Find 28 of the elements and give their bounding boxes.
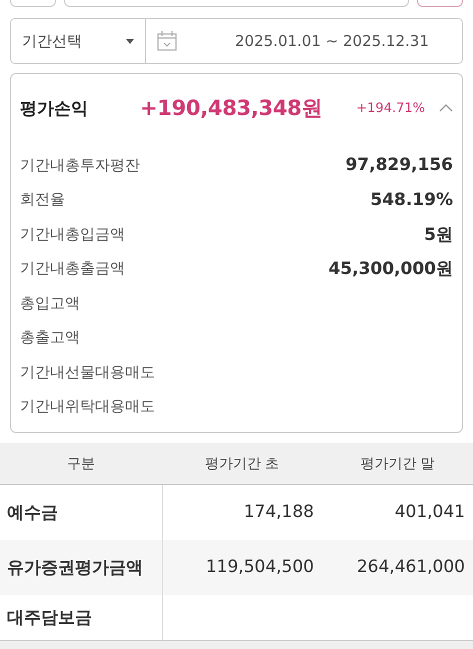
table-cell: 119,504,500 — [162, 540, 322, 594]
date-range[interactable]: 2025.01.01 ~ 2025.12.31 — [235, 32, 429, 50]
row-header: 유가증권평가금액 — [0, 540, 162, 594]
table-cell: 174,188 — [162, 484, 322, 540]
row-label: 기간내총투자평잔 — [20, 156, 140, 175]
table-cell: 264,461,000 — [322, 540, 473, 594]
profit-amount: +190,483,348원 — [140, 95, 322, 122]
collapse-icon[interactable] — [439, 103, 453, 113]
column-header: 구분 — [0, 443, 162, 484]
period-select[interactable]: 기간선택 — [11, 19, 146, 63]
profit-rate: +194.71% — [356, 100, 425, 116]
row-label: 기간내총입금액 — [20, 224, 125, 244]
column-header: 평가기간 초 — [162, 443, 322, 484]
dropdown-icon — [126, 38, 134, 44]
row-label: 회전율 — [20, 190, 65, 210]
table-cell: 401,041 — [322, 484, 473, 540]
calendar-icon — [157, 31, 177, 51]
row-value: 45,300,000원 — [328, 258, 453, 280]
row-label: 기간내총출금액 — [20, 259, 125, 278]
summary-label: 평가손익 — [20, 98, 89, 120]
row-label: 총출고액 — [20, 328, 80, 348]
row-label: 기간내선물대용매도 — [20, 362, 155, 382]
row-value: 548.19% — [370, 190, 453, 210]
row-label: 기간내위탁대용매도 — [20, 397, 155, 416]
column-header: 평가기간 말 — [322, 443, 473, 484]
row-value: 5원 — [424, 224, 453, 246]
row-label: 총입고액 — [20, 294, 80, 313]
row-value: 97,829,156 — [345, 155, 453, 176]
